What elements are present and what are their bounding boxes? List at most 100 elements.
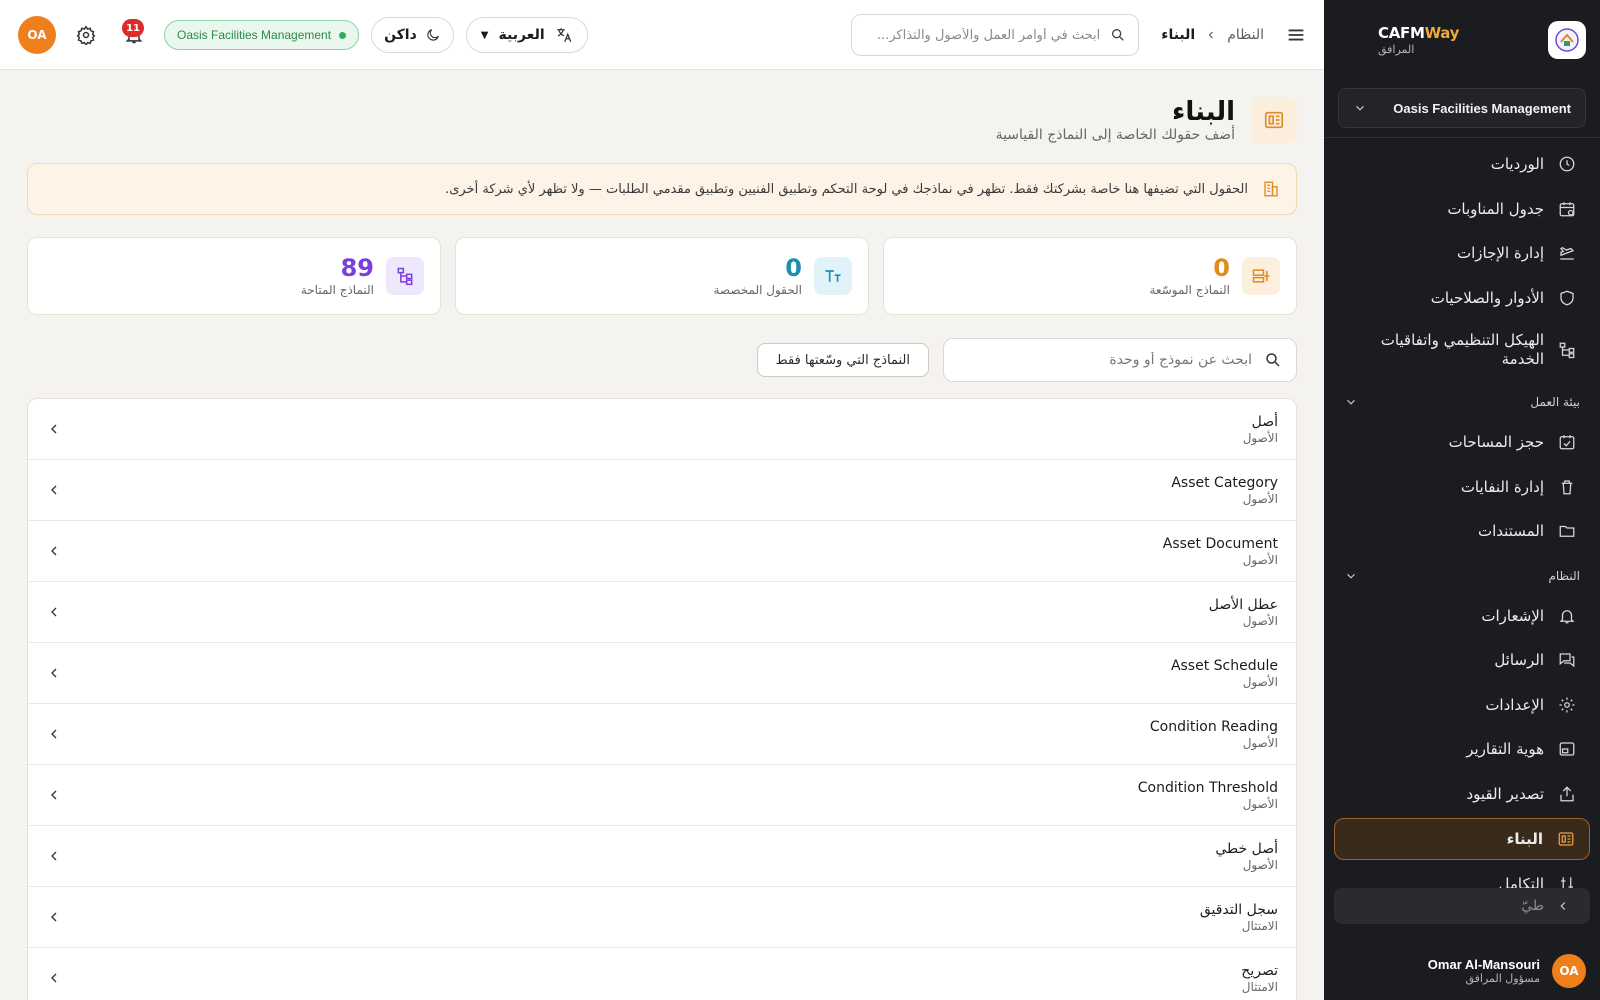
notifications-button[interactable]: 11 (116, 17, 152, 53)
language-select[interactable]: ▼ العربية (465, 17, 588, 53)
user-role: مسؤول المرافق (1465, 972, 1540, 985)
topbar-right: النظام البناء (851, 0, 1310, 70)
stat-label: النماذج المتاحة (300, 283, 374, 297)
gear-icon (1559, 697, 1575, 713)
form-row-linear-asset[interactable]: أصل خطي الأصول (28, 826, 1296, 887)
user-name: Omar Al-Mansouri (1427, 957, 1540, 972)
info-notice: الحقول التي تضيفها هنا خاصة بشركتك فقط. … (27, 163, 1297, 215)
user-menu-avatar[interactable]: OA (18, 16, 56, 54)
stat-extended-forms: 0 النماذج الموسّعة (883, 237, 1297, 315)
chevron-left-icon (51, 668, 57, 678)
main-content: البناء أضف حقولك الخاصة إلى النماذج القي… (0, 71, 1324, 1000)
topbar-left: OA 11 Oasis Facilities Management داكن ▼… (18, 0, 588, 70)
export-icon (1560, 786, 1574, 802)
form-row-asset-document[interactable]: Asset Document الأصول (28, 521, 1296, 582)
sidebar-item-rota[interactable]: جدول المناوبات (1324, 187, 1600, 232)
sidebar-item-export[interactable]: تصدير القيود (1324, 772, 1600, 817)
brand-text: CAFMWay المرافق (1378, 24, 1459, 56)
form-title: Asset Category (1171, 474, 1278, 491)
form-module: الأصول (1242, 796, 1278, 811)
collapse-sidebar-button[interactable]: طيّ (1334, 888, 1590, 924)
sidebar-item-shifts[interactable]: الورديات (1324, 142, 1600, 187)
extended-only-filter-button[interactable]: النماذج التي وسّعتها فقط (756, 343, 929, 377)
stat-custom-fields: 0 الحقول المخصصة (455, 237, 869, 315)
form-row-asset-fault[interactable]: عطل الأصل الأصول (28, 582, 1296, 643)
form-row-asset[interactable]: أصل الأصول (28, 399, 1296, 460)
settings-button[interactable] (68, 17, 104, 53)
org-selector-label: Oasis Facilities Management (1393, 100, 1571, 116)
chevron-left-icon (51, 485, 57, 495)
form-title: تصريح (1241, 962, 1278, 979)
stat-value: 0 (1213, 254, 1230, 282)
sidebar-item-label: إدارة الإجازات (1457, 244, 1544, 263)
calendar-icon (1559, 202, 1575, 217)
sidebar-item-label: الإشعارات (1481, 606, 1544, 625)
breadcrumb-parent[interactable]: النظام (1227, 27, 1264, 43)
form-row-audit-log[interactable]: سجل التدقيق الامتثال (28, 887, 1296, 948)
sidebar: CAFMWay المرافق Oasis Facilities Managem… (1324, 0, 1600, 1000)
bell-icon (1559, 609, 1575, 624)
form-title: Asset Document (1162, 535, 1278, 552)
sidebar-item-org-structure[interactable]: الهيكل التنظيمي واتفاقيات الخدمة (1324, 320, 1600, 380)
sidebar-item-label: جدول المناوبات (1447, 199, 1544, 218)
sidebar-item-builder[interactable]: البناء (1334, 818, 1590, 860)
menu-icon[interactable] (1282, 21, 1310, 49)
page-heading: البناء أضف حقولك الخاصة إلى النماذج القي… (996, 97, 1235, 143)
form-module: الأصول (1242, 430, 1278, 445)
chevron-down-icon (1356, 105, 1364, 111)
sidebar-item-notifications[interactable]: الإشعارات (1324, 594, 1600, 639)
theme-toggle[interactable]: داكن (371, 17, 454, 53)
sidebar-item-label: الورديات (1490, 155, 1544, 174)
sidebar-item-messages[interactable]: الرسائل (1324, 638, 1600, 683)
sidebar-item-leave[interactable]: إدارة الإجازات (1324, 231, 1600, 276)
sidebar-item-roles[interactable]: الأدوار والصلاحيات (1324, 276, 1600, 321)
chevron-left-icon (1560, 902, 1566, 910)
breadcrumb: النظام البناء (1161, 27, 1264, 43)
building-icon (1264, 181, 1278, 197)
global-search[interactable] (851, 14, 1140, 56)
row-texts: Condition Threshold الأصول (1138, 780, 1278, 811)
topbar: النظام البناء OA 11 Oasis Facilities Man… (0, 0, 1324, 70)
sidebar-section-system[interactable]: النظام (1324, 558, 1600, 594)
sidebar-item-report-branding[interactable]: هوية التقارير (1324, 727, 1600, 772)
form-row-asset-category[interactable]: Asset Category الأصول (28, 460, 1296, 521)
org-selector[interactable]: Oasis Facilities Management (1338, 88, 1586, 128)
forms-toolbar: النماذج التي وسّعتها فقط (756, 338, 1297, 382)
form-search[interactable] (943, 338, 1297, 382)
extended-forms-icon (1242, 257, 1280, 295)
caret-down-icon: ▼ (480, 29, 489, 41)
sidebar-item-space-booking[interactable]: حجز المساحات (1324, 420, 1600, 465)
form-search-input[interactable] (962, 352, 1252, 368)
search-icon (1266, 353, 1280, 367)
status-dot-icon (339, 31, 347, 39)
chevron-left-icon (51, 912, 57, 922)
form-row-asset-schedule[interactable]: Asset Schedule الأصول (28, 643, 1296, 704)
sidebar-item-settings[interactable]: الإعدادات (1324, 683, 1600, 728)
stat-text: 0 الحقول المخصصة (714, 255, 802, 297)
sidebar-user[interactable]: OA Omar Al-Mansouri مسؤول المرافق (1338, 954, 1586, 988)
row-texts: Asset Category الأصول (1171, 475, 1278, 506)
form-row-permit[interactable]: تصريح الامتثال (28, 948, 1296, 1000)
page-subtitle: أضف حقولك الخاصة إلى النماذج القياسية (995, 127, 1235, 143)
form-row-condition-reading[interactable]: Condition Reading الأصول (28, 704, 1296, 765)
brand-logo-icon[interactable] (1548, 21, 1586, 59)
global-search-input[interactable] (870, 27, 1101, 43)
sidebar-section-workplace[interactable]: بيئة العمل (1324, 384, 1600, 420)
sidebar-item-waste[interactable]: إدارة النفايات (1324, 465, 1600, 510)
moon-icon (427, 29, 439, 41)
chevron-left-icon (51, 790, 57, 800)
form-module: الامتثال (1241, 979, 1278, 994)
form-row-condition-threshold[interactable]: Condition Threshold الأصول (28, 765, 1296, 826)
form-title: أصل خطي (1215, 840, 1278, 857)
chevron-left-icon (51, 973, 57, 983)
language-label: العربية (498, 27, 545, 43)
translate-icon (556, 28, 571, 42)
calendar-check-icon (1559, 435, 1575, 450)
row-texts: Condition Reading الأصول (1150, 719, 1278, 750)
sidebar-item-documents[interactable]: المستندات (1324, 509, 1600, 554)
form-title: سجل التدقيق (1199, 901, 1278, 918)
plane-icon (1560, 247, 1575, 260)
form-module: الأصول (1242, 674, 1278, 689)
sidebar-item-label: الأدوار والصلاحيات (1430, 288, 1544, 307)
form-title: Asset Schedule (1170, 657, 1278, 674)
